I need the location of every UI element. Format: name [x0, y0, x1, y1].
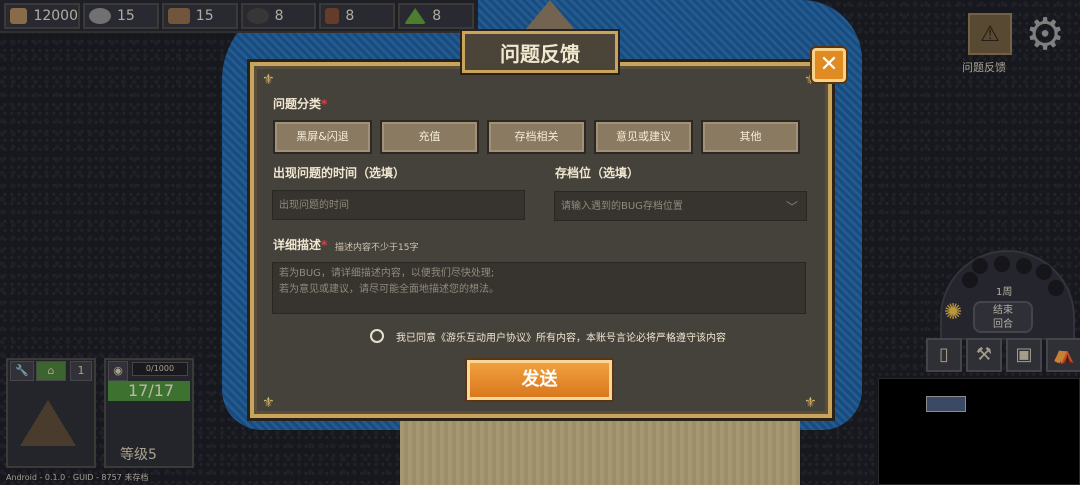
slot-label: 存档位（选填）	[555, 166, 640, 180]
send-button[interactable]: 发送	[467, 360, 612, 400]
close-icon: ✕	[819, 52, 839, 77]
category-button-crash[interactable]: 黑屏&闪退	[273, 120, 372, 154]
category-button-other[interactable]: 其他	[701, 120, 800, 154]
slot-placeholder: 请输入遇到的BUG存档位置	[561, 201, 683, 212]
category-button-suggestion[interactable]: 意见或建议	[594, 120, 693, 154]
category-button-save[interactable]: 存档相关	[487, 120, 586, 154]
category-button-recharge[interactable]: 充值	[380, 120, 479, 154]
close-button[interactable]: ✕	[812, 48, 846, 82]
corner-ornament-icon: ⚜	[804, 395, 817, 411]
dialog-title: 问题反馈	[462, 31, 618, 73]
required-mark: *	[321, 97, 328, 111]
category-label: 问题分类*	[273, 95, 327, 112]
corner-ornament-icon: ⚜	[262, 395, 275, 411]
corner-ornament-icon: ⚜	[262, 72, 275, 88]
category-buttons: 黑屏&闪退 充值 存档相关 意见或建议 其他	[273, 120, 800, 154]
detail-label-text: 详细描述	[273, 238, 322, 252]
detail-hint: 描述内容不少于15字	[335, 243, 419, 253]
detail-placeholder-line1: 若为BUG，请详细描述内容，以便我们尽快处理;	[279, 268, 495, 279]
agree-text: 我已同意《游乐互动用户协议》所有内容，本账号言论必将严格遵守该内容	[396, 333, 726, 344]
required-mark: *	[321, 238, 328, 252]
detail-placeholder-line2: 若为意见或建议，请尽可能全面地描述您的想法。	[279, 284, 499, 295]
category-label-text: 问题分类	[273, 97, 322, 111]
agree-radio[interactable]	[370, 329, 384, 343]
time-label: 出现问题的时间（选填）	[273, 166, 406, 180]
chevron-down-icon: ﹀	[785, 200, 798, 214]
time-input[interactable]: 出现问题的时间	[272, 190, 525, 220]
slot-select[interactable]: 请输入遇到的BUG存档位置 ﹀	[554, 191, 807, 221]
detail-textarea[interactable]: 若为BUG，请详细描述内容，以便我们尽快处理; 若为意见或建议，请尽可能全面地描…	[272, 262, 806, 314]
detail-label: 详细描述*	[273, 236, 327, 253]
